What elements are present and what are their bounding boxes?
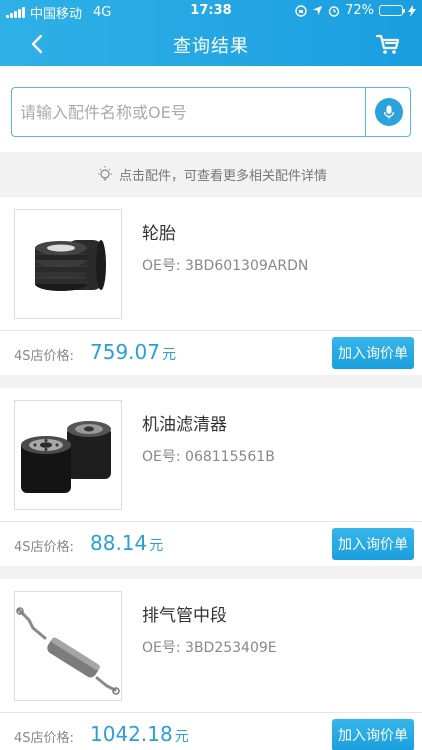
price-amount: 1042.18 — [90, 722, 173, 746]
product-card[interactable]: 排气管中段 OE号: 3BD253409E 4S店价格: 1042.18 元 加入… — [0, 579, 422, 750]
add-to-inquiry-button[interactable]: 加入询价单 — [332, 337, 414, 369]
exhaust-pipe-image — [14, 591, 122, 701]
product-card[interactable]: 轮胎 OE号: 3BD601309ARDN 4S店价格: 759.07 元 加入询… — [0, 197, 422, 375]
cart-button[interactable] — [374, 30, 402, 58]
search-box — [11, 87, 411, 137]
product-price-row: 4S店价格: 1042.18 元 加入询价单 — [0, 713, 422, 750]
search-divider — [365, 88, 366, 136]
product-card[interactable]: 机油滤清器 OE号: 068115561B 4S店价格: 88.14 元 加入询价… — [0, 388, 422, 566]
microphone-icon — [383, 105, 395, 119]
product-name: 轮胎 — [142, 224, 176, 244]
voice-search-button[interactable] — [375, 98, 403, 126]
lightbulb-icon — [97, 166, 112, 181]
oil-filter-image — [14, 400, 122, 510]
search-area — [0, 66, 422, 152]
price-amount: 88.14 — [90, 531, 148, 555]
price-value: 759.07 元 — [90, 340, 176, 364]
price-label: 4S店价格: — [14, 349, 74, 364]
price-value: 1042.18 元 — [90, 722, 189, 746]
tip-text: 点击配件，可查看更多相关配件详情 — [118, 168, 327, 184]
charging-icon — [408, 4, 416, 17]
price-value: 88.14 元 — [90, 531, 163, 555]
price-unit: 元 — [161, 347, 176, 363]
app-header: 中国移动 4G 17:38 72% 查询结果 — [0, 0, 422, 66]
page-title: 查询结果 — [173, 36, 249, 57]
status-bar: 中国移动 4G 17:38 72% — [0, 0, 422, 22]
product-name: 机油滤清器 — [142, 415, 227, 435]
lock-rotation-icon — [295, 4, 307, 17]
location-icon — [313, 5, 323, 16]
price-label: 4S店价格: — [14, 540, 74, 555]
price-label: 4S店价格: — [14, 731, 74, 746]
product-price-row: 4S店价格: 88.14 元 加入询价单 — [0, 522, 422, 566]
price-unit: 元 — [149, 538, 164, 554]
product-price-row: 4S店价格: 759.07 元 加入询价单 — [0, 331, 422, 375]
product-card-body[interactable]: 排气管中段 OE号: 3BD253409E — [0, 579, 422, 713]
product-oe-number: OE号: 3BD601309ARDN — [142, 258, 309, 274]
product-oe-number: OE号: 3BD253409E — [142, 640, 277, 656]
add-to-inquiry-button[interactable]: 加入询价单 — [332, 719, 414, 750]
tip-bar: 点击配件，可查看更多相关配件详情 — [0, 152, 422, 196]
search-input[interactable] — [20, 100, 360, 124]
battery-percent: 72% — [345, 3, 374, 18]
product-name: 排气管中段 — [142, 606, 227, 626]
price-amount: 759.07 — [90, 340, 160, 364]
product-card-body[interactable]: 机油滤清器 OE号: 068115561B — [0, 388, 422, 522]
nav-bar: 查询结果 — [0, 22, 422, 66]
tire-image — [14, 209, 122, 319]
battery-icon — [379, 5, 405, 16]
product-oe-number: OE号: 068115561B — [142, 449, 275, 465]
cart-icon — [375, 34, 400, 54]
product-card-body[interactable]: 轮胎 OE号: 3BD601309ARDN — [0, 197, 422, 331]
price-unit: 元 — [174, 729, 189, 745]
alarm-icon — [328, 5, 340, 17]
add-to-inquiry-button[interactable]: 加入询价单 — [332, 528, 414, 560]
